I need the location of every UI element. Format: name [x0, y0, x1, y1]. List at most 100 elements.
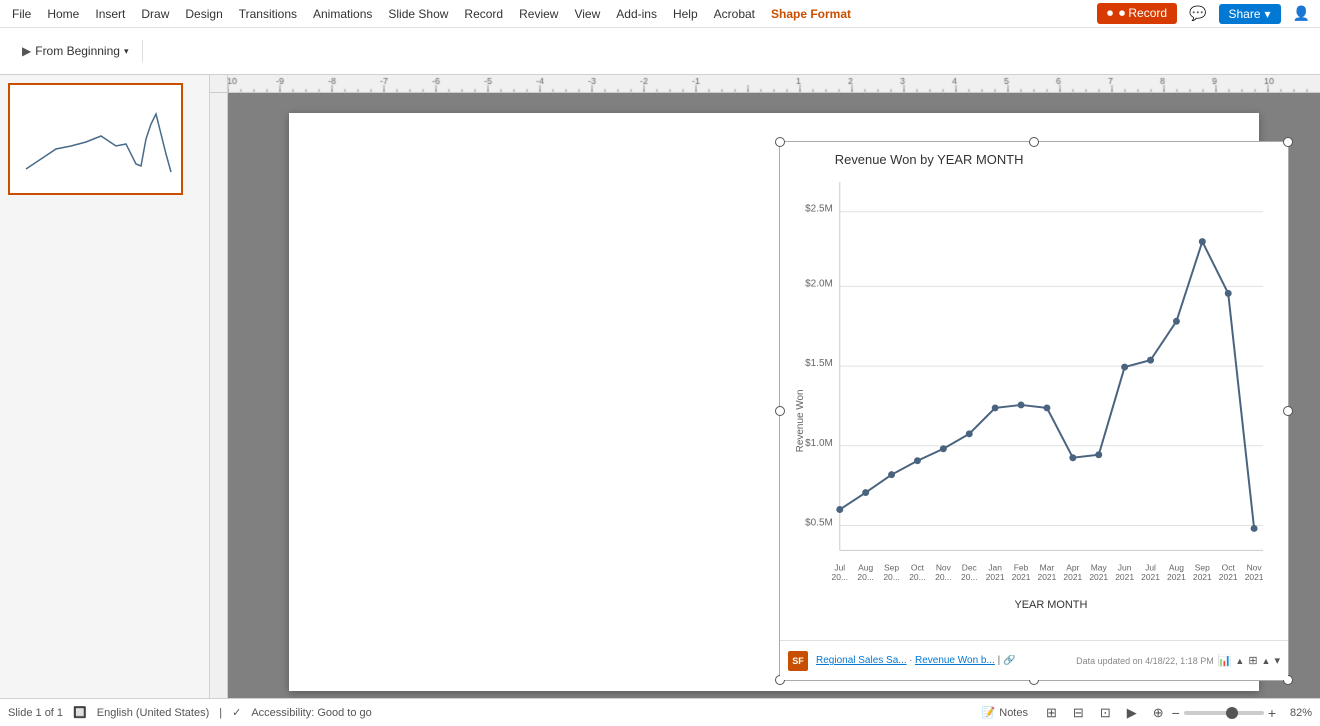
- table-expand-icon[interactable]: ▲: [1262, 656, 1271, 666]
- svg-text:YEAR MONTH: YEAR MONTH: [1014, 599, 1087, 611]
- zoom-slider[interactable]: [1184, 711, 1264, 715]
- chart-expand-icon[interactable]: ▲: [1235, 656, 1244, 666]
- data-point-11: [1095, 451, 1102, 458]
- svg-text:20...: 20...: [832, 572, 848, 582]
- record-label: ⏺ Record: [1119, 6, 1167, 21]
- chart-svg: Revenue Won by YEAR MONTH $2.5M $2.0M $1…: [780, 142, 1288, 640]
- zoom-level: 82%: [1280, 707, 1312, 719]
- data-point-12: [1121, 364, 1128, 371]
- data-point-6: [966, 430, 973, 437]
- handle-mid-left[interactable]: [775, 406, 785, 416]
- thumb-image: [14, 89, 177, 189]
- menu-addins[interactable]: Add-ins: [608, 3, 665, 25]
- menu-insert[interactable]: Insert: [87, 3, 133, 25]
- updated-text: Data updated on 4/18/22, 1:18 PM: [1076, 656, 1214, 666]
- from-beginning-button[interactable]: ▶ From Beginning ▾: [14, 40, 136, 62]
- svg-text:Jun: Jun: [1118, 562, 1132, 572]
- svg-text:Oct: Oct: [911, 562, 925, 572]
- datasource-icon: SF: [788, 651, 808, 671]
- svg-text:20...: 20...: [883, 572, 899, 582]
- data-point-2: [862, 489, 869, 496]
- data-badge: SF Regional Sales Sa... ∙ Revenue Won b.…: [780, 640, 1288, 680]
- zoom-minus-label: −: [1172, 705, 1180, 721]
- data-point-5: [940, 445, 947, 452]
- menu-draw[interactable]: Draw: [133, 3, 177, 25]
- svg-text:Dec: Dec: [962, 562, 977, 572]
- dropdown-arrow-icon: ▾: [124, 46, 129, 57]
- svg-text:2021: 2021: [1167, 572, 1186, 582]
- svg-text:Nov: Nov: [1247, 562, 1263, 572]
- zoom-fit-button[interactable]: ⊕: [1149, 703, 1168, 723]
- chart-object[interactable]: Revenue Won by YEAR MONTH $2.5M $2.0M $1…: [779, 141, 1289, 681]
- datasource-link[interactable]: Regional Sales Sa...: [816, 655, 907, 666]
- accessibility-icon: 🔲: [73, 706, 87, 719]
- data-point-14: [1173, 318, 1180, 325]
- menu-animations[interactable]: Animations: [305, 3, 380, 25]
- handle-top-left[interactable]: [775, 137, 785, 147]
- svg-text:20...: 20...: [909, 572, 925, 582]
- toolbar-group-start: ▶ From Beginning ▾: [8, 40, 143, 62]
- menu-shapeformat[interactable]: Shape Format: [763, 3, 859, 25]
- slide-scroll-area[interactable]: Revenue Won by YEAR MONTH $2.5M $2.0M $1…: [228, 93, 1320, 698]
- menu-slideshow[interactable]: Slide Show: [380, 3, 456, 25]
- svg-text:Oct: Oct: [1222, 562, 1236, 572]
- ruler-corner: [210, 75, 228, 93]
- menu-view[interactable]: View: [566, 3, 608, 25]
- menu-help[interactable]: Help: [665, 3, 706, 25]
- svg-text:$2.5M: $2.5M: [805, 204, 833, 215]
- handle-top-right[interactable]: [1283, 137, 1293, 147]
- slide-sorter-button[interactable]: ⊟: [1069, 703, 1088, 723]
- menu-record[interactable]: Record: [456, 3, 511, 25]
- ruler-horizontal: [228, 75, 1320, 93]
- menu-acrobat[interactable]: Acrobat: [706, 3, 763, 25]
- slideshow-button[interactable]: ▶: [1123, 703, 1141, 723]
- handle-mid-right[interactable]: [1283, 406, 1293, 416]
- comment-button[interactable]: 💬: [1183, 2, 1212, 25]
- thumb-chart-svg: [16, 94, 176, 184]
- reading-view-button[interactable]: ⊡: [1096, 703, 1115, 723]
- menu-transitions[interactable]: Transitions: [231, 3, 305, 25]
- measure-link[interactable]: Revenue Won b...: [915, 655, 995, 666]
- menu-review[interactable]: Review: [511, 3, 566, 25]
- normal-view-button[interactable]: ⊞: [1042, 703, 1061, 723]
- svg-text:2021: 2021: [1219, 572, 1238, 582]
- table-icon[interactable]: ⊞: [1248, 654, 1257, 667]
- svg-text:Jul: Jul: [1145, 562, 1156, 572]
- data-point-16: [1225, 290, 1232, 297]
- svg-text:2021: 2021: [1089, 572, 1108, 582]
- svg-text:$0.5M: $0.5M: [805, 517, 833, 528]
- handle-top-center[interactable]: [1029, 137, 1039, 147]
- status-bar: Slide 1 of 1 🔲 English (United States) |…: [0, 698, 1320, 726]
- slide-1-thumbnail[interactable]: [8, 83, 183, 195]
- slides-panel: 1: [0, 75, 210, 698]
- data-point-3: [888, 471, 895, 478]
- zoom-control: ⊕ − + 82%: [1149, 703, 1312, 723]
- profile-button[interactable]: 👤: [1287, 2, 1316, 25]
- menu-file[interactable]: File: [4, 3, 39, 25]
- svg-text:2021: 2021: [1115, 572, 1134, 582]
- svg-text:2021: 2021: [1245, 572, 1264, 582]
- vertical-ruler-canvas: [210, 93, 228, 698]
- svg-text:Sep: Sep: [1195, 562, 1210, 572]
- svg-text:$1.5M: $1.5M: [805, 358, 833, 369]
- record-dot-icon: ⏺: [1107, 6, 1113, 21]
- svg-text:Nov: Nov: [936, 562, 952, 572]
- share-label: Share: [1229, 7, 1261, 21]
- share-button[interactable]: Share ▾: [1219, 4, 1281, 24]
- data-point-8: [1018, 401, 1025, 408]
- svg-text:20...: 20...: [857, 572, 873, 582]
- chevron-down-icon[interactable]: ▾: [1274, 654, 1280, 667]
- data-point-10: [1069, 454, 1076, 461]
- record-button[interactable]: ⏺ ⏺ Record: [1097, 3, 1177, 24]
- share-chevron-icon: ▾: [1265, 7, 1271, 21]
- menu-home[interactable]: Home: [39, 3, 87, 25]
- horizontal-ruler-canvas: [228, 75, 1320, 93]
- main-area: 1: [0, 75, 1320, 698]
- svg-text:2021: 2021: [1012, 572, 1031, 582]
- chart-bar-icon[interactable]: 📊: [1218, 654, 1232, 667]
- notes-label: Notes: [999, 707, 1028, 719]
- menu-design[interactable]: Design: [177, 3, 230, 25]
- language: English (United States): [97, 707, 210, 719]
- notes-button[interactable]: 📝 Notes: [976, 704, 1034, 721]
- toolbar: ▶ From Beginning ▾: [0, 28, 1320, 74]
